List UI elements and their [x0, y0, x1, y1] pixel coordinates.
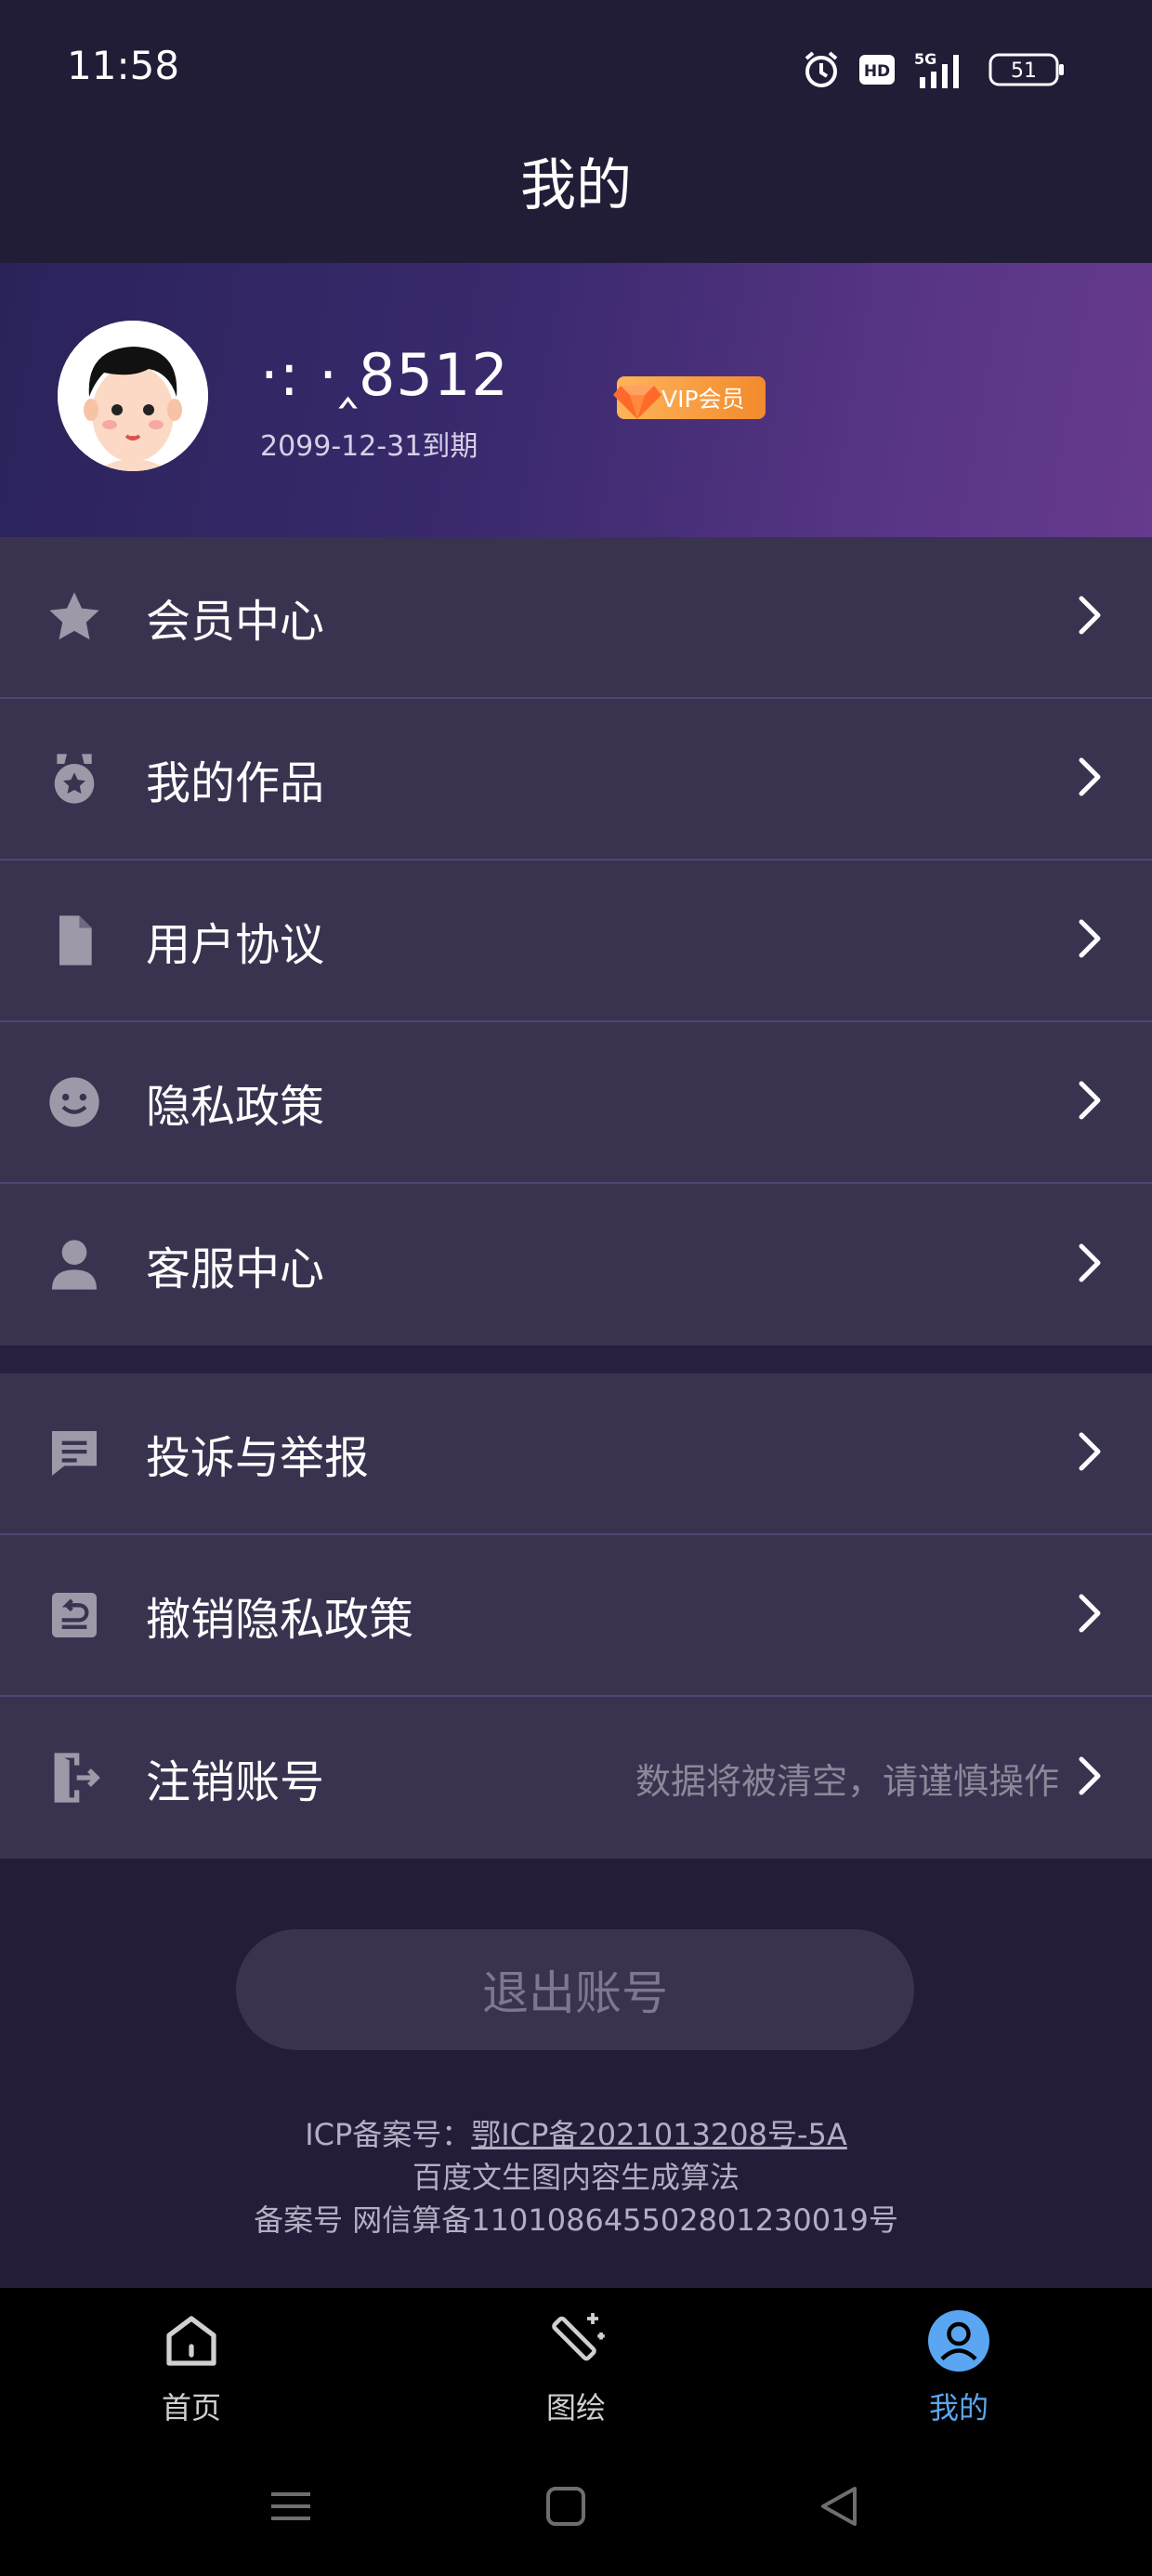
vip-expiry: 2099-12-31到期: [260, 430, 478, 463]
algorithm-filing: 备案号 网信算备110108645502801230019号: [254, 2202, 898, 2238]
svg-text:5G: 5G: [914, 50, 936, 68]
section-divider: [0, 1347, 1152, 1373]
menu-nav-icon[interactable]: [268, 2483, 314, 2533]
chat-icon: [43, 1422, 106, 1485]
menu-item-delete-account[interactable]: 注销账号 数据将被清空，请谨慎操作: [0, 1697, 1152, 1859]
user-circle-icon: [866, 2301, 1052, 2381]
person-icon: [43, 1233, 106, 1296]
icp-line: ICP备案号：鄂ICP备2021013208号-5A: [0, 2111, 1152, 2154]
chevron-right-icon: [1076, 916, 1104, 965]
menu-item-label: 我的作品: [146, 757, 325, 809]
home-nav-icon[interactable]: [543, 2483, 589, 2533]
smile-icon: [43, 1071, 106, 1134]
menu-item-label: 注销账号: [146, 1756, 325, 1808]
alarm-icon: [801, 49, 842, 90]
chevron-right-icon: [1076, 1754, 1104, 1802]
menu-item-label: 投诉与举报: [146, 1432, 370, 1484]
magic-wand-icon: [483, 2301, 669, 2381]
home-icon: [98, 2301, 284, 2381]
hd-icon: HD: [858, 54, 896, 85]
vip-badge: VIP会员: [613, 376, 766, 419]
tab-label: 首页: [161, 2390, 221, 2425]
delete-account-warning: 数据将被清空，请谨慎操作: [635, 1760, 1059, 1802]
chevron-right-icon: [1076, 1078, 1104, 1126]
medal-icon: [43, 747, 106, 810]
star-icon: [43, 585, 106, 649]
username: ·: ·‸8512: [260, 341, 509, 409]
tab-home[interactable]: 首页: [98, 2301, 284, 2427]
menu-item-user-agreement[interactable]: 用户协议: [0, 861, 1152, 1022]
exit-icon: [43, 1746, 106, 1809]
icp-link[interactable]: 鄂ICP备2021013208号-5A: [471, 2117, 846, 2152]
page-title: 我的: [520, 153, 632, 218]
vip-label: VIP会员: [661, 386, 745, 413]
svg-text:51: 51: [1011, 59, 1037, 83]
revoke-icon: [43, 1584, 106, 1647]
menu-item-label: 用户协议: [146, 919, 325, 971]
profile-card[interactable]: ·: ·‸8512 VIP会员 2099-12-31到期: [0, 263, 1152, 537]
menu-item-complaint-report[interactable]: 投诉与举报: [0, 1373, 1152, 1535]
tab-label: 我的: [928, 2390, 988, 2425]
menu-item-customer-service[interactable]: 客服中心: [0, 1184, 1152, 1346]
avatar[interactable]: [58, 321, 208, 471]
battery-icon: 51: [988, 51, 1067, 88]
menu-item-privacy-policy[interactable]: 隐私政策: [0, 1022, 1152, 1184]
back-nav-icon[interactable]: [816, 2483, 862, 2533]
algorithm-name: 百度文生图内容生成算法: [412, 2160, 740, 2195]
status-icons: HD 5G 51: [801, 46, 1067, 93]
menu-group-secondary: 投诉与举报 撤销隐私政策 注销账号 数据将被清空，请谨慎操作: [0, 1373, 1152, 1859]
chevron-right-icon: [1076, 1591, 1104, 1639]
menu-item-label: 客服中心: [146, 1243, 325, 1295]
menu-item-member-center[interactable]: 会员中心: [0, 537, 1152, 699]
menu-item-label: 撤销隐私政策: [146, 1594, 414, 1646]
tab-draw[interactable]: 图绘: [483, 2301, 669, 2427]
status-bar: 11:58 HD 5G 51: [0, 0, 1152, 139]
chevron-right-icon: [1076, 755, 1104, 803]
menu-item-revoke-privacy[interactable]: 撤销隐私政策: [0, 1535, 1152, 1697]
title-bar: 我的: [0, 139, 1152, 263]
menu-item-my-works[interactable]: 我的作品: [0, 699, 1152, 861]
chevron-right-icon: [1076, 1429, 1104, 1478]
chevron-right-icon: [1076, 1241, 1104, 1289]
tab-mine[interactable]: 我的: [866, 2301, 1052, 2427]
icp-prefix: ICP备案号：: [305, 2117, 472, 2152]
system-nav-bar: [0, 2446, 1152, 2576]
chevron-right-icon: [1076, 593, 1104, 641]
bottom-tab-bar: 首页 图绘 我的: [0, 2288, 1152, 2446]
diamond-icon: [613, 373, 661, 427]
signal-icon: 5G: [912, 49, 972, 90]
document-icon: [43, 909, 106, 972]
tab-label: 图绘: [545, 2390, 606, 2425]
status-time: 11:58: [67, 43, 180, 88]
logout-button[interactable]: 退出账号: [236, 1929, 914, 2050]
menu-group-primary: 会员中心 我的作品 用户协议 隐私政策 客服中心: [0, 537, 1152, 1346]
menu-item-label: 会员中心: [146, 596, 325, 648]
menu-item-label: 隐私政策: [146, 1081, 325, 1133]
svg-text:HD: HD: [864, 62, 890, 81]
